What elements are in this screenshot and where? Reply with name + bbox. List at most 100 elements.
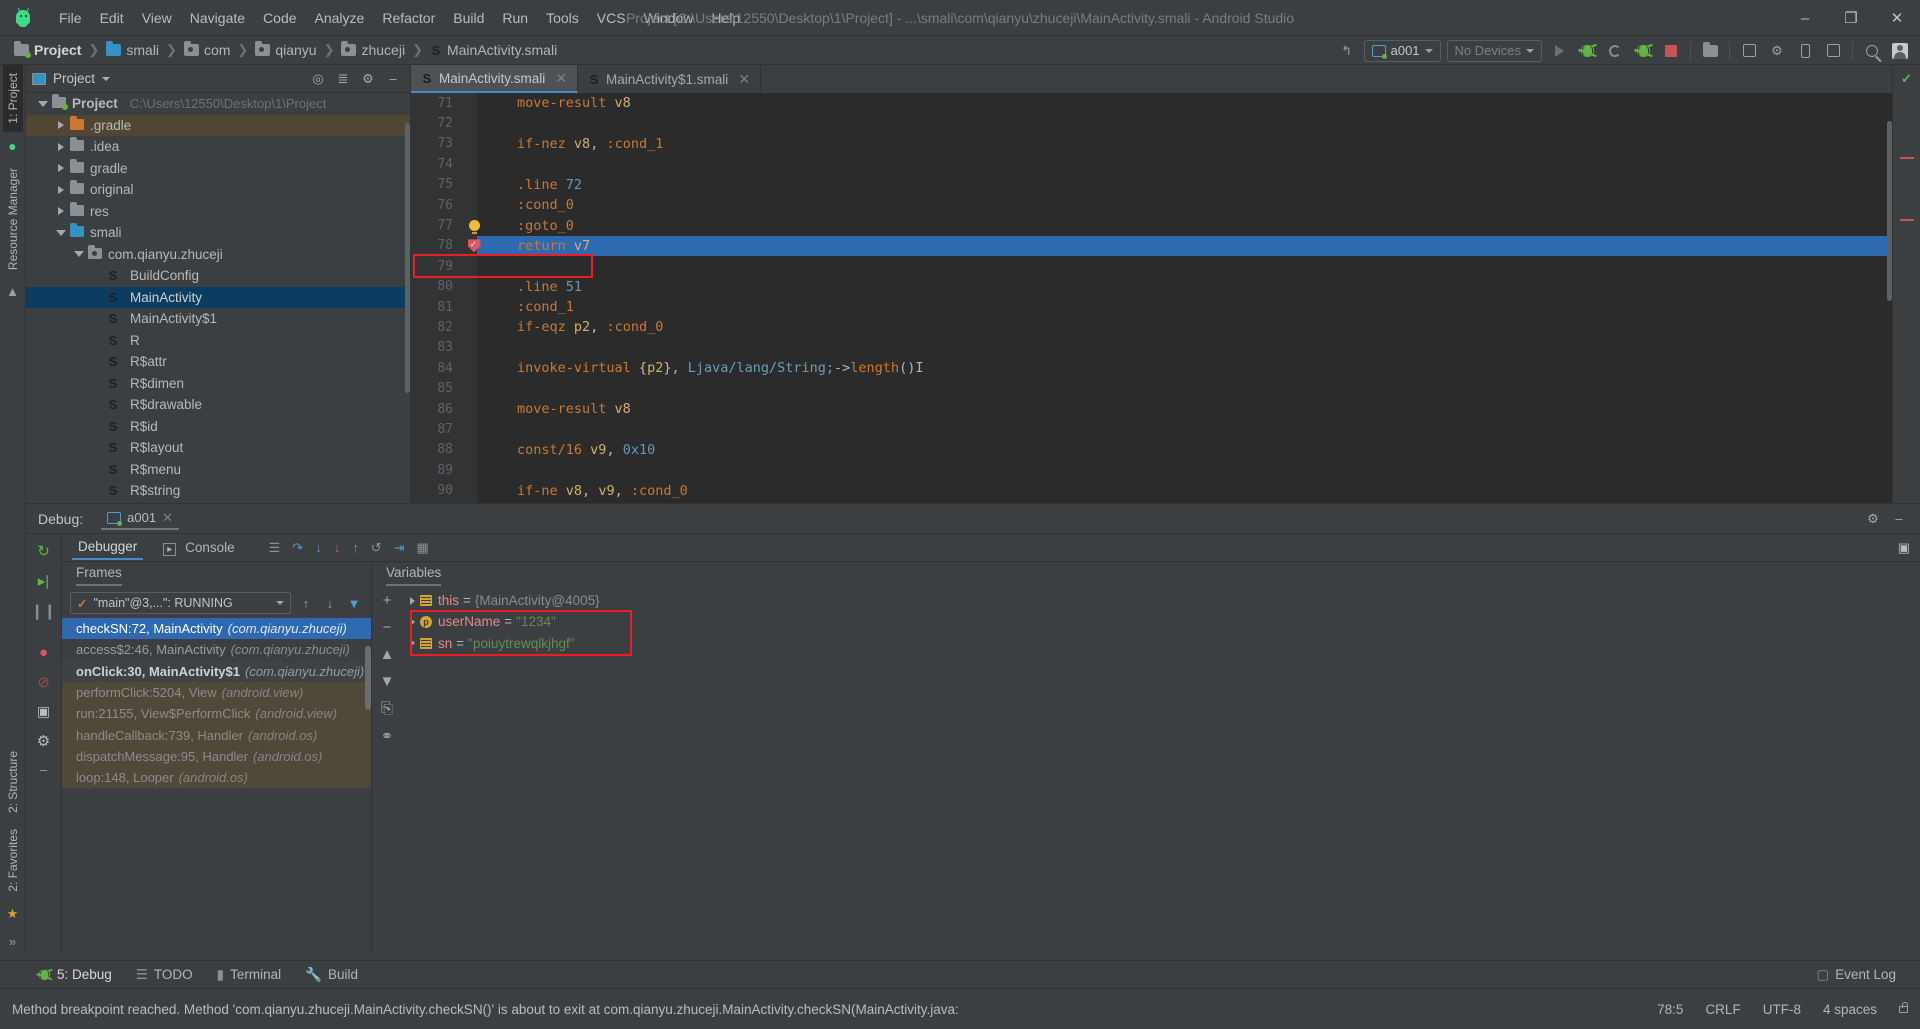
breadcrumb-qianyu[interactable]: qianyu ❯ xyxy=(255,41,341,58)
close-icon[interactable]: ✕ xyxy=(162,510,173,526)
code-line[interactable]: 73 if-nez v8, :cond_1 xyxy=(411,134,1892,154)
frame-item[interactable]: performClick:5204, View (android.view) xyxy=(62,681,371,704)
collapse-icon[interactable]: – xyxy=(40,762,47,777)
sdk-manager-button[interactable]: ⚙ xyxy=(1763,39,1791,63)
pause-program-icon[interactable]: ❙❙ xyxy=(31,602,56,620)
error-stripe-mark[interactable] xyxy=(1899,219,1914,221)
bottom-item-build[interactable]: 🔧 Build xyxy=(293,967,370,983)
file-encoding[interactable]: UTF-8 xyxy=(1763,1002,1801,1017)
menu-refactor[interactable]: Refactor xyxy=(373,6,444,30)
search-everywhere-button[interactable] xyxy=(1858,39,1886,63)
thread-selector[interactable]: ✓ "main"@3,...": RUNNING xyxy=(70,592,291,614)
frames-down-icon[interactable]: ↓ xyxy=(321,593,339,613)
tree-node[interactable]: S BuildConfig xyxy=(26,265,410,287)
avd-manager-button[interactable] xyxy=(1735,39,1763,63)
menu-edit[interactable]: Edit xyxy=(91,6,133,30)
error-stripe-mark[interactable] xyxy=(1899,157,1914,159)
device-file-explorer-button[interactable] xyxy=(1791,39,1819,63)
code-line[interactable]: 87 xyxy=(411,419,1892,439)
bottom-item-debug[interactable]: 5: Debug xyxy=(26,967,124,982)
attach-debugger-button[interactable] xyxy=(1601,39,1629,63)
code-line[interactable]: 81:cond_1 xyxy=(411,297,1892,317)
debug-button[interactable] xyxy=(1573,39,1601,63)
close-icon[interactable]: ✕ xyxy=(738,71,750,88)
code-line[interactable]: 79 xyxy=(411,256,1892,276)
breadcrumb-mainactivity-smali[interactable]: S MainActivity.smali xyxy=(430,42,558,58)
project-tree-scrollbar[interactable] xyxy=(405,123,410,393)
sidebar-item-resource-manager[interactable]: Resource Manager xyxy=(3,160,23,278)
step-into-icon[interactable]: ↓ xyxy=(315,540,322,555)
force-step-into-icon[interactable]: ↓ xyxy=(334,540,341,555)
evaluate-expression-icon[interactable]: ▦ xyxy=(417,540,429,556)
menu-vcs[interactable]: VCS xyxy=(588,6,635,30)
move-down-icon[interactable]: ▼ xyxy=(380,673,395,690)
tree-node[interactable]: S R$drawable xyxy=(26,394,410,416)
frame-item[interactable]: run:21155, View$PerformClick (android.vie… xyxy=(62,703,371,725)
screenshot-icon[interactable]: ▣ xyxy=(37,703,50,720)
lock-icon[interactable] xyxy=(1899,1001,1908,1013)
code-line[interactable]: 90 if-ne v8, v9, :cond_0 xyxy=(411,480,1892,500)
tree-node[interactable]: S R$layout xyxy=(26,437,410,459)
menu-navigate[interactable]: Navigate xyxy=(181,6,254,30)
run-configuration-selector[interactable]: a001 xyxy=(1363,39,1441,62)
avatar[interactable] xyxy=(1886,39,1914,63)
menu-code[interactable]: Code xyxy=(254,6,305,30)
tree-node[interactable]: com.qianyu.zhuceji xyxy=(26,244,410,266)
tree-node[interactable]: Project C:\Users\12550\Desktop\1\Project xyxy=(26,93,410,115)
filter-icon[interactable]: ▼ xyxy=(345,593,363,613)
debug-over-button[interactable] xyxy=(1629,39,1657,63)
add-watch-icon[interactable]: + xyxy=(383,592,392,609)
remove-watch-icon[interactable]: − xyxy=(383,619,392,636)
menu-help[interactable]: Help xyxy=(702,6,749,30)
code-line[interactable]: 77:goto_0 xyxy=(411,215,1892,235)
tab-mainactivity1-smali[interactable]: S MainActivity$1.smali ✕ xyxy=(578,65,762,93)
sidebar-item-project[interactable]: 1: Project xyxy=(2,65,23,132)
rerun-icon[interactable]: ↻ xyxy=(37,542,50,560)
minimize-button[interactable]: – xyxy=(1782,0,1828,36)
code-line[interactable]: 83 xyxy=(411,338,1892,358)
frame-item[interactable]: onClick:30, MainActivity$1 (com.qianyu.zh… xyxy=(62,660,371,682)
frames-scrollbar[interactable] xyxy=(365,646,371,710)
move-up-icon[interactable]: ▲ xyxy=(380,646,395,663)
tab-debugger[interactable]: Debugger xyxy=(72,535,144,560)
frames-up-icon[interactable]: ↑ xyxy=(297,593,315,613)
stop-button[interactable] xyxy=(1657,39,1685,63)
breadcrumb-com[interactable]: com ❯ xyxy=(183,41,255,58)
code-line[interactable]: 85 xyxy=(411,378,1892,398)
resume-program-icon[interactable]: ▸| xyxy=(38,572,49,590)
code-line[interactable]: 89 xyxy=(411,460,1892,480)
step-out-icon[interactable]: ↑ xyxy=(352,540,359,555)
frame-item[interactable]: checkSN:72, MainActivity (com.qianyu.zhuc… xyxy=(62,618,371,640)
menu-tools[interactable]: Tools xyxy=(537,6,588,30)
code-line[interactable]: 80 .line 51 xyxy=(411,277,1892,297)
indent-setting[interactable]: 4 spaces xyxy=(1823,1002,1877,1017)
variable-row[interactable]: sn = "poiuytrewqlkjhgf" xyxy=(402,633,1920,654)
tab-console[interactable]: ▸ Console xyxy=(157,536,240,559)
code-line[interactable]: 76:cond_0 xyxy=(411,195,1892,215)
tab-mainactivity-smali[interactable]: S MainActivity.smali ✕ xyxy=(411,65,579,93)
code-line[interactable]: 86 move-result v8 xyxy=(411,399,1892,419)
code-line[interactable]: 72 xyxy=(411,113,1892,133)
breadcrumb-project[interactable]: Project ❯ xyxy=(14,41,106,58)
star-icon[interactable]: ★ xyxy=(7,906,19,922)
menu-analyze[interactable]: Analyze xyxy=(306,6,374,30)
project-tree[interactable]: Project C:\Users\12550\Desktop\1\Project.… xyxy=(26,93,410,503)
hide-panel-icon[interactable]: – xyxy=(382,68,404,90)
code-line[interactable]: 82 if-eqz p2, :cond_0 xyxy=(411,317,1892,337)
run-button[interactable] xyxy=(1545,39,1573,63)
drop-frame-icon[interactable]: ↺ xyxy=(371,540,382,556)
tree-node[interactable]: S MainActivity xyxy=(26,286,410,308)
back-arrow-icon[interactable]: ↰ xyxy=(1333,39,1361,63)
tree-node[interactable]: smali xyxy=(26,222,410,244)
layout-settings-icon[interactable]: ☰ xyxy=(269,540,281,556)
code-line[interactable]: 74 xyxy=(411,154,1892,174)
chevron-right-icon[interactable] xyxy=(410,639,415,648)
code-line[interactable]: 84 invoke-virtual {p2}, Ljava/lang/String… xyxy=(411,358,1892,378)
device-selector[interactable]: No Devices xyxy=(1446,39,1542,62)
expand-strip-icon[interactable]: » xyxy=(9,934,16,949)
frame-item[interactable]: dispatchMessage:95, Handler (android.os) xyxy=(62,745,371,768)
code-line[interactable]: 75 .line 72 xyxy=(411,175,1892,195)
frame-item[interactable]: handleCallback:739, Handler (android.os) xyxy=(62,724,371,746)
chevron-right-icon[interactable] xyxy=(410,617,415,626)
bottom-item-todo[interactable]: ☰ TODO xyxy=(124,967,205,983)
